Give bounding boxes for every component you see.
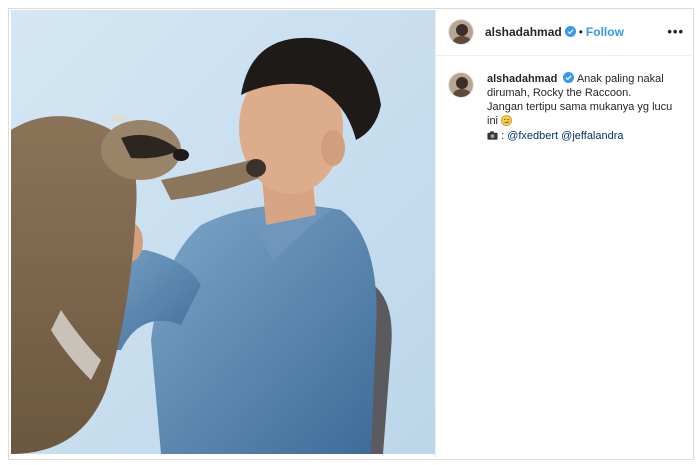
avatar[interactable] [448,18,474,45]
caption-avatar[interactable] [448,72,474,98]
follow-button[interactable]: Follow [586,25,624,39]
verified-badge-icon [563,72,575,83]
more-options-icon[interactable]: ••• [667,24,684,39]
mention-link[interactable]: @jeffalandra [561,130,623,142]
avatar-image [449,73,473,97]
caption-username[interactable]: alshadahmad [487,73,557,85]
caption-comment: alshadahmad Anak paling nakal dirumah, R… [436,56,694,143]
camera-icon [487,131,498,140]
avatar-image [449,19,473,44]
caption-line2: Jangan tertipu sama mukanya yg lucu ini [487,101,673,127]
caption-body: alshadahmad Anak paling nakal dirumah, R… [487,72,677,143]
verified-badge-icon [564,26,576,37]
header-separator: • [578,24,583,39]
post-sidebar: alshadahmad • Follow ••• alshadahmad Ana… [435,8,694,460]
header-username[interactable]: alshadahmad [485,25,562,39]
photo-credit: : @fxedbert @jeffalandra [487,129,677,143]
smirk-emoji-icon [501,115,512,126]
post-photo[interactable] [11,10,435,454]
photo-illustration [11,10,435,454]
mention-link[interactable]: @fxedbert [507,130,558,142]
credit-prefix: : [501,130,505,142]
post-header: alshadahmad • Follow ••• [436,8,694,56]
